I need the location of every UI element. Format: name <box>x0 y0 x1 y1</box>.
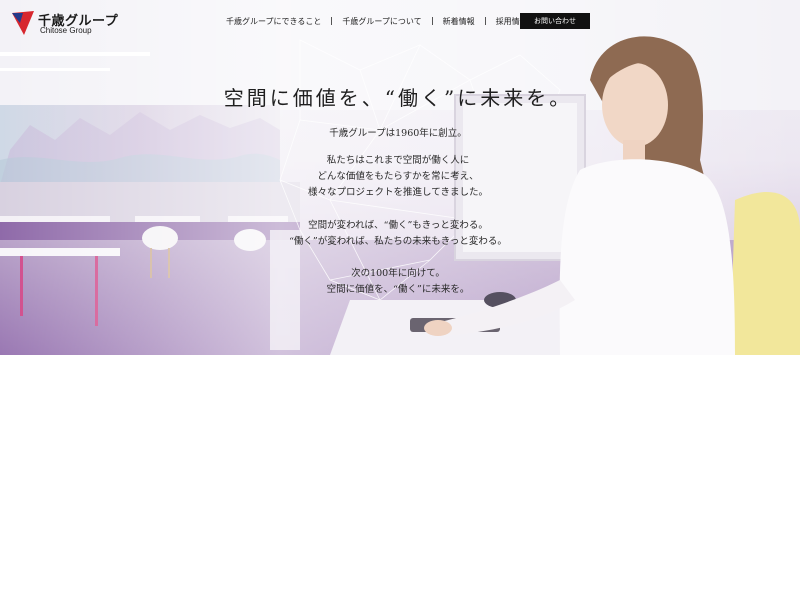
nav-divider <box>331 17 333 25</box>
hero-line: “働く”が変われば、私たちの未来もきっと変わる。 <box>289 236 507 247</box>
nav-divider <box>484 17 486 25</box>
hero-paragraph-1: 千歳グループは1960年に創立。 <box>240 126 556 142</box>
hero-line: 私たちはこれまで空間が働く人に <box>326 155 470 166</box>
hero-line: 空間に価値を、“働く”に未来を。 <box>326 284 470 295</box>
contact-button[interactable]: お問い合わせ <box>520 13 590 29</box>
hero-paragraph-2: 私たちはこれまで空間が働く人に どんな価値をもたらすかを常に考え、 様々なプロジ… <box>240 153 556 201</box>
brand-name-en: Chitose Group <box>40 26 92 35</box>
page: 千歳グループ Chitose Group 千歳グループにできること 千歳グループ… <box>0 0 800 600</box>
hero-line: 千歳グループは1960年に創立。 <box>329 128 467 139</box>
hero-line: 様々なプロジェクトを推進してきました。 <box>308 187 488 198</box>
global-nav: 千歳グループにできること 千歳グループについて 新着情報 採用情報 <box>226 14 528 28</box>
hero-line: 次の100年に向けて。 <box>351 268 445 279</box>
hero-line: 空間が変われば、“働く”もきっと変わる。 <box>308 220 488 231</box>
nav-item-news[interactable]: 新着情報 <box>443 16 475 27</box>
hero-headline: 空間に価値を、“働く”に未来を。 <box>223 86 573 110</box>
hero-paragraph-3: 空間が変われば、“働く”もきっと変わる。 “働く”が変われば、私たちの未来もきっ… <box>240 218 556 250</box>
nav-item-about[interactable]: 千歳グループについて <box>342 16 421 27</box>
hero-line: どんな価値をもたらすかを常に考え、 <box>317 171 479 182</box>
hero-paragraph-4: 次の100年に向けて。 空間に価値を、“働く”に未来を。 <box>240 266 556 298</box>
nav-divider <box>431 17 433 25</box>
brand-logo[interactable]: 千歳グループ Chitose Group <box>10 9 120 37</box>
brand-mark-icon <box>12 11 34 35</box>
nav-item-services[interactable]: 千歳グループにできること <box>226 16 321 27</box>
